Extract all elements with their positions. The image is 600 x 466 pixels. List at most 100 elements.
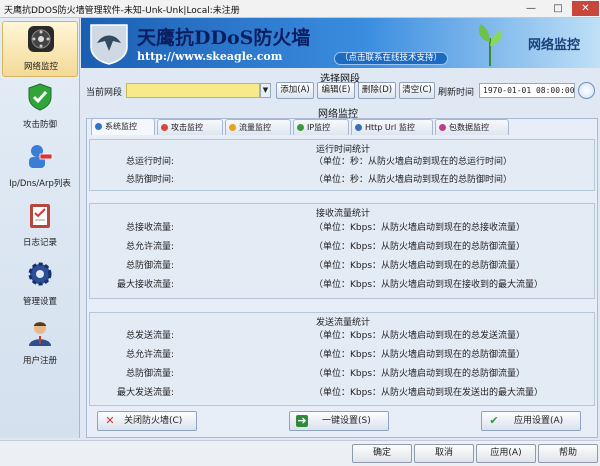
tab-packet-monitor[interactable]: 包数据监控: [435, 119, 509, 135]
stat-value: （单位：Kbps：从防火墙启动到现在的总防御流量）: [314, 242, 526, 252]
tab-dot-icon: [161, 124, 168, 131]
edit-button[interactable]: 编辑(E): [317, 82, 355, 99]
product-name: 天鹰抗DDoS防火墙: [137, 27, 311, 49]
tab-dot-icon: [355, 124, 362, 131]
stat-label: 总发送流量:: [125, 331, 174, 341]
stat-label: 总防御流量:: [125, 369, 174, 379]
user-register-icon: [29, 322, 51, 346]
stat-row: 总防御时间: （单位：秒：从防火墙启动到现在的总防御时间）: [90, 173, 596, 187]
stat-value: （单位：Kbps：从防火墙启动到现在的总防御流量）: [314, 350, 526, 360]
tab-attack-monitor[interactable]: 攻击监控: [157, 119, 223, 135]
send-stats-box: 发送流量统计 总发送流量: （单位：Kbps：从防火墙启动到现在的总发送流量） …: [89, 312, 595, 406]
section-title: 网络监控: [527, 38, 580, 53]
add-button[interactable]: 添加(A): [276, 82, 314, 99]
stat-row: 总允许流量: （单位：Kbps：从防火墙启动到现在的总防御流量）: [90, 348, 596, 362]
stat-label: 总允许流量:: [125, 242, 174, 252]
tab-http-url-monitor[interactable]: Http Url 监控: [351, 119, 433, 135]
runtime-stats-title: 运行时间统计: [315, 145, 370, 155]
sidebar: 网络监控 攻击防御 Ip/Dns/Arp列表 日志记录 管理设置 用户注册: [0, 18, 80, 438]
stat-value: （单位：Kbps：从防火墙启动到现在发送出的最大流量）: [314, 388, 544, 398]
sidebar-item-register[interactable]: 用户注册: [2, 316, 78, 372]
apply-settings-button[interactable]: ✔ 应用设置(A): [481, 411, 581, 431]
sidebar-item-ip-dns-arp[interactable]: Ip/Dns/Arp列表: [2, 139, 78, 195]
maximize-button[interactable]: □: [545, 1, 571, 16]
tab-dot-icon: [297, 124, 304, 131]
sidebar-item-logs[interactable]: 日志记录: [2, 198, 78, 254]
refresh-time-label: 刷新时间: [438, 88, 475, 98]
sidebar-item-label: 用户注册: [22, 356, 57, 366]
stat-label: 最大接收流量:: [116, 280, 174, 290]
sidebar-item-label: Ip/Dns/Arp列表: [9, 179, 71, 189]
network-monitor-icon: [28, 26, 54, 52]
sprout-icon: [478, 24, 503, 66]
stat-value: （单位：秒：从防火墙启动到现在的总运行时间）: [314, 157, 513, 167]
arrow-right-icon: ➔: [296, 414, 308, 427]
sidebar-item-label: 攻击防御: [22, 120, 57, 130]
title-bar: 天鹰抗DDOS防火墙管理软件-未知-Unk-Unk|Local:未注册 — □ …: [0, 0, 600, 18]
stat-label: 总接收流量:: [125, 223, 174, 233]
dialog-button-bar: 确定 取消 应用(A) 帮助: [0, 440, 600, 466]
receive-stats-box: 接收流量统计 总接收流量: （单位：Kbps：从防火墙启动到现在的总接收流量） …: [89, 203, 595, 299]
segment-select[interactable]: [126, 83, 260, 98]
website-link[interactable]: http://www.skeagle.com: [137, 50, 282, 63]
stat-value: （单位：Kbps：从防火墙启动到现在的总防御流量）: [314, 369, 526, 379]
monitor-panel: 系统监控 攻击监控 流量监控 IP监控 Http Url 监控 包数据监控 运行…: [86, 118, 598, 438]
chevron-down-icon[interactable]: ▼: [260, 83, 271, 98]
stat-row: 总发送流量: （单位：Kbps：从防火墙启动到现在的总发送流量）: [90, 329, 596, 343]
minimize-button[interactable]: —: [518, 1, 544, 16]
tab-system-monitor[interactable]: 系统监控: [91, 118, 155, 135]
clipboard-log-icon: [30, 204, 50, 228]
receive-stats-title: 接收流量统计: [315, 209, 370, 219]
stat-value: （单位：秒：从防火墙启动到现在的总防御时间）: [314, 175, 513, 185]
segment-toolbar: 当前网段 ▼ 添加(A) 编辑(E) 删除(D) 清空(C) 刷新时间 1970…: [86, 82, 598, 100]
sidebar-item-network-monitor[interactable]: 网络监控: [2, 21, 78, 77]
stat-label: 总运行时间:: [125, 157, 174, 167]
checkmark-icon: ✔: [489, 414, 499, 427]
stat-row: 最大接收流量: （单位：Kbps：从防火墙启动到现在接收到的最大流量）: [90, 278, 596, 292]
list-user-icon: [29, 145, 53, 168]
stat-label: 总防御流量:: [125, 261, 174, 271]
window-title: 天鹰抗DDOS防火墙管理软件-未知-Unk-Unk|Local:未注册: [4, 6, 240, 16]
apply-button[interactable]: 应用(A): [476, 444, 536, 463]
stat-row: 总允许流量: （单位：Kbps：从防火墙启动到现在的总防御流量）: [90, 240, 596, 254]
close-firewall-button[interactable]: ✕ 关闭防火墙(C): [97, 411, 197, 431]
delete-button[interactable]: 删除(D): [358, 82, 396, 99]
close-button[interactable]: ✕: [572, 1, 599, 16]
tab-dot-icon: [439, 124, 446, 131]
tab-dot-icon: [95, 123, 102, 130]
cancel-button[interactable]: 取消: [414, 444, 474, 463]
eagle-logo-icon: [90, 24, 128, 65]
tab-traffic-monitor[interactable]: 流量监控: [225, 119, 291, 135]
stat-row: 最大发送流量: （单位：Kbps：从防火墙启动到现在发送出的最大流量）: [90, 386, 596, 400]
support-link[interactable]: （点击联系在线技术支持）: [334, 52, 449, 65]
clear-button[interactable]: 清空(C): [399, 82, 435, 99]
sidebar-item-label: 日志记录: [22, 238, 57, 248]
stat-value: （单位：Kbps：从防火墙启动到现在接收到的最大流量）: [314, 280, 544, 290]
tab-ip-monitor[interactable]: IP监控: [293, 119, 349, 135]
one-key-setup-button[interactable]: ➔ 一键设置(S): [289, 411, 389, 431]
stat-row: 总防御流量: （单位：Kbps：从防火墙启动到现在的总防御流量）: [90, 259, 596, 273]
close-icon: ✕: [105, 414, 115, 427]
banner[interactable]: 天鹰抗DDoS防火墙 http://www.skeagle.com （点击联系在…: [81, 18, 600, 68]
stat-value: （单位：Kbps：从防火墙启动到现在的总防御流量）: [314, 261, 526, 271]
ok-button[interactable]: 确定: [352, 444, 412, 463]
help-button[interactable]: 帮助: [538, 444, 598, 463]
stat-row: 总防御流量: （单位：Kbps：从防火墙启动到现在的总防御流量）: [90, 367, 596, 381]
tab-strip: 系统监控 攻击监控 流量监控 IP监控 Http Url 监控 包数据监控: [87, 118, 597, 135]
refresh-time-field[interactable]: 1970-01-01 08:00:00: [479, 83, 575, 98]
sidebar-item-attack-defense[interactable]: 攻击防御: [2, 80, 78, 136]
stat-label: 总防御时间:: [125, 175, 174, 185]
stat-value: （单位：Kbps：从防火墙启动到现在的总发送流量）: [314, 331, 526, 341]
sidebar-item-settings[interactable]: 管理设置: [2, 257, 78, 313]
send-stats-title: 发送流量统计: [315, 318, 370, 328]
shield-check-icon: [28, 83, 52, 111]
sidebar-item-label: 网络监控: [23, 62, 58, 72]
runtime-stats-box: 运行时间统计 总运行时间: （单位：秒：从防火墙启动到现在的总运行时间） 总防御…: [89, 139, 595, 191]
stat-label: 总允许流量:: [125, 350, 174, 360]
stat-row: 总运行时间: （单位：秒：从防火墙启动到现在的总运行时间）: [90, 155, 596, 169]
refresh-icon[interactable]: [578, 82, 595, 99]
gear-icon: [28, 262, 52, 286]
stat-label: 最大发送流量:: [116, 388, 174, 398]
tab-dot-icon: [229, 124, 236, 131]
sidebar-item-label: 管理设置: [22, 297, 57, 307]
